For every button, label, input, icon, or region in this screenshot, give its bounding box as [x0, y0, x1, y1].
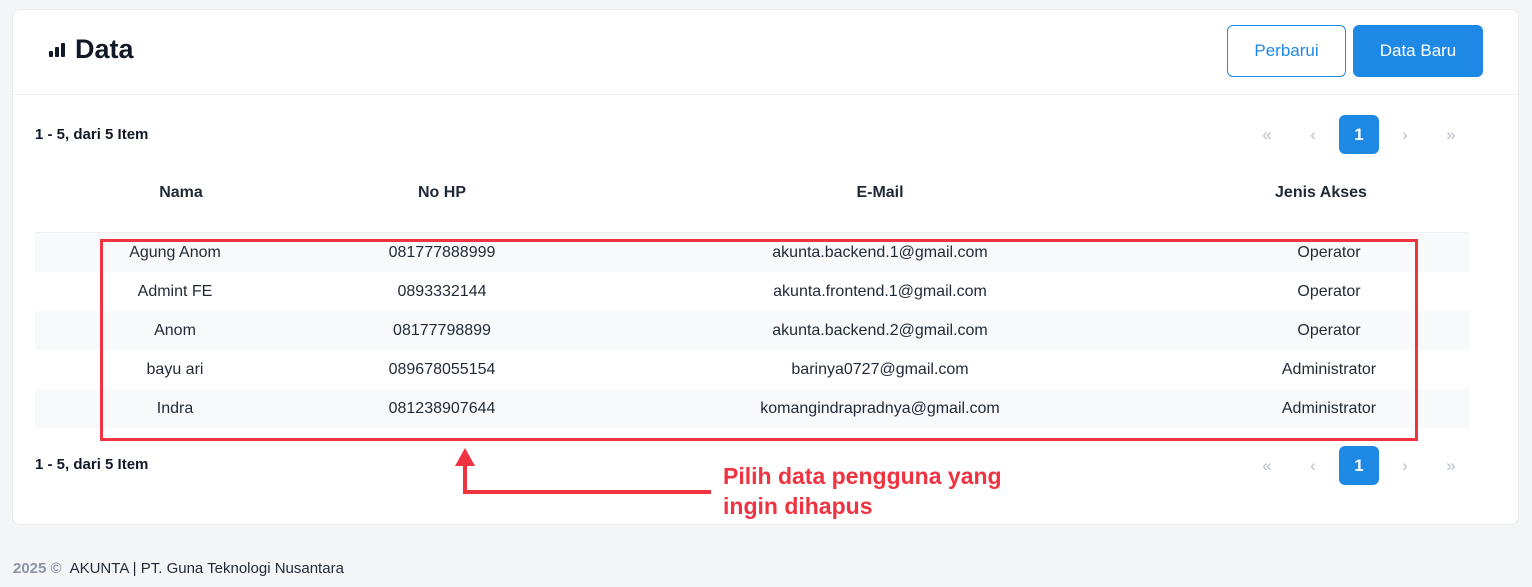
prev-page-button[interactable]: ‹: [1293, 115, 1333, 154]
column-header-email[interactable]: E-Mail: [730, 184, 1030, 202]
cell-email: akunta.backend.1@gmail.com: [772, 243, 988, 261]
table-row[interactable]: Anom 08177798899 akunta.backend.2@gmail.…: [35, 311, 1470, 350]
cell-phone: 08177798899: [393, 321, 491, 339]
cell-name: Agung Anom: [129, 243, 221, 261]
table-row[interactable]: bayu ari 089678055154 barinya0727@gmail.…: [35, 350, 1470, 389]
table-row[interactable]: Agung Anom 081777888999 akunta.backend.1…: [35, 233, 1470, 272]
bar-chart-icon: [49, 42, 65, 57]
next-page-button[interactable]: ›: [1385, 446, 1425, 485]
cell-phone: 0893332144: [397, 282, 487, 300]
annotation-line-2: ingin dihapus: [723, 492, 873, 519]
column-header-phone[interactable]: No HP: [352, 184, 532, 202]
cell-access: Operator: [1297, 282, 1361, 300]
pagination-bottom: « ‹ 1 › »: [1247, 446, 1477, 485]
cell-access: Operator: [1297, 321, 1361, 339]
card-header: Data Perbarui Data Baru: [13, 10, 1518, 95]
cell-name: Indra: [156, 399, 194, 417]
page-title-text: Data: [75, 34, 134, 64]
annotation-note: Pilih data pengguna yang ingin dihapus: [723, 462, 1002, 522]
annotation-arrow-line: [463, 490, 711, 494]
cell-access: Administrator: [1281, 399, 1377, 417]
last-page-button[interactable]: »: [1431, 115, 1471, 154]
page-1-button[interactable]: 1: [1339, 115, 1379, 154]
page-1-button[interactable]: 1: [1339, 446, 1379, 485]
cell-access: Operator: [1297, 243, 1361, 261]
cell-phone: 089678055154: [388, 360, 496, 378]
user-table-body: Agung Anom 081777888999 akunta.backend.1…: [35, 232, 1470, 428]
footer-year: 2025 ©: [13, 560, 62, 577]
first-page-button[interactable]: «: [1247, 446, 1287, 485]
table-row[interactable]: Admint FE 0893332144 akunta.frontend.1@g…: [35, 272, 1470, 311]
cell-email: komangindrapradnya@gmail.com: [760, 399, 1000, 417]
cell-name: Admint FE: [137, 282, 213, 300]
column-header-name[interactable]: Nama: [121, 184, 241, 202]
annotation-arrow-icon: [455, 448, 475, 466]
new-data-button[interactable]: Data Baru: [1353, 25, 1483, 77]
column-header-access[interactable]: Jenis Akses: [1241, 184, 1401, 202]
page-title: Data: [49, 34, 134, 65]
cell-phone: 081777888999: [388, 243, 496, 261]
footer: 2025 © AKUNTA | PT. Guna Teknologi Nusant…: [13, 560, 344, 577]
cell-access: Administrator: [1281, 360, 1377, 378]
first-page-button[interactable]: «: [1247, 115, 1287, 154]
cell-name: bayu ari: [146, 360, 204, 378]
annotation-line-1: Pilih data pengguna yang: [723, 463, 1002, 489]
last-page-button[interactable]: »: [1431, 446, 1471, 485]
cell-email: akunta.frontend.1@gmail.com: [773, 282, 987, 300]
cell-email: barinya0727@gmail.com: [791, 360, 969, 378]
item-count-top: 1 - 5, dari 5 Item: [35, 126, 149, 143]
pagination-top: « ‹ 1 › »: [1247, 115, 1477, 154]
cell-phone: 081238907644: [388, 399, 496, 417]
cell-name: Anom: [154, 321, 196, 339]
next-page-button[interactable]: ›: [1385, 115, 1425, 154]
refresh-button[interactable]: Perbarui: [1227, 25, 1346, 77]
cell-email: akunta.backend.2@gmail.com: [772, 321, 988, 339]
table-row[interactable]: Indra 081238907644 komangindrapradnya@gm…: [35, 389, 1470, 428]
prev-page-button[interactable]: ‹: [1293, 446, 1333, 485]
footer-text: AKUNTA | PT. Guna Teknologi Nusantara: [69, 560, 344, 577]
item-count-bottom: 1 - 5, dari 5 Item: [35, 456, 149, 473]
